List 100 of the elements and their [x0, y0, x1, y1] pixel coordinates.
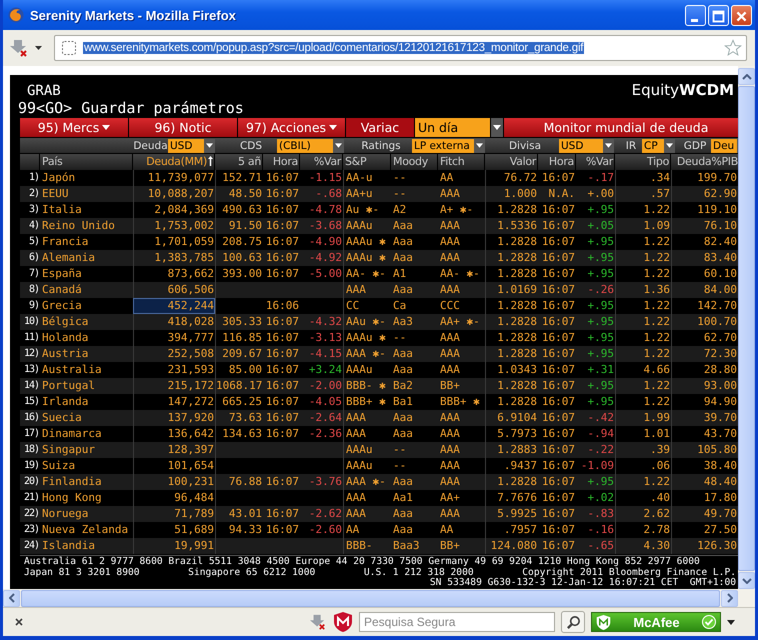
table-cell[interactable]: Suiza: [40, 458, 133, 474]
table-cell[interactable]: Dinamarca: [40, 426, 133, 442]
filter-label: Deuda: [133, 140, 168, 152]
table-cell[interactable]: Singapur: [40, 442, 133, 458]
column-header[interactable]: Valor: [485, 154, 538, 170]
table-cell-text: 16:07: [540, 250, 576, 266]
table-cell-text: AA: [439, 522, 454, 538]
filter-field[interactable]: USD: [168, 138, 204, 152]
table-cell[interactable]: Grecia: [40, 298, 133, 314]
table-cell[interactable]: Japón: [40, 170, 133, 186]
column-header[interactable]: Hora: [538, 154, 576, 170]
close-button[interactable]: [731, 4, 752, 26]
search-field[interactable]: Pesquisa Segura: [359, 612, 555, 632]
filter-field[interactable]: Deu: [711, 138, 737, 152]
column-header[interactable]: Deuda%PIB: [671, 154, 738, 170]
table-cell[interactable]: Holanda: [40, 330, 133, 346]
menu-button[interactable]: 97) Acciones: [238, 118, 345, 137]
table-cell-text: +.00: [586, 186, 615, 202]
table-cell[interactable]: Alemania: [40, 250, 133, 266]
maximize-button[interactable]: [708, 4, 729, 26]
download-icon[interactable]: [309, 614, 327, 630]
table-cell[interactable]: Bélgica: [40, 314, 133, 330]
star-icon[interactable]: [724, 39, 742, 57]
filter-field[interactable]: LP externa: [412, 138, 474, 152]
caret-icon[interactable]: [727, 620, 735, 624]
table-cell-text: Aaa: [392, 362, 414, 378]
filter-field[interactable]: CP: [642, 138, 664, 152]
scroll-left-button[interactable]: [3, 590, 20, 606]
menu-button[interactable]: 95) Mercs: [20, 118, 128, 137]
filter-field[interactable]: (CBIL): [277, 138, 333, 152]
table-cell-text: -4.05: [308, 394, 343, 410]
table-cell: 19,991: [133, 538, 215, 554]
table-cell: 452,244: [133, 298, 215, 314]
table-cell-text: AA+ ✱-: [439, 314, 481, 330]
table-cell[interactable]: Noruega: [40, 506, 133, 522]
column-header[interactable]: Tipo: [615, 154, 671, 170]
table-cell[interactable]: Australia: [40, 362, 133, 378]
table-cell[interactable]: Portugal: [40, 378, 133, 394]
table-cell-text: AA: [439, 170, 454, 186]
column-header[interactable]: Moody: [391, 154, 438, 170]
column-header[interactable]: Fitch: [438, 154, 485, 170]
table-cell-text: 16:07: [264, 522, 300, 538]
scroll-right-button[interactable]: [721, 590, 738, 606]
table-cell-text: -.42: [586, 410, 615, 426]
footer-text: Copyright 2011 Bloomberg Finance L.P.: [522, 568, 736, 578]
table-cell[interactable]: Irlanda: [40, 394, 133, 410]
table-cell-text: Aaa: [392, 250, 414, 266]
filter-field[interactable]: USD: [559, 138, 603, 152]
period-field[interactable]: Un día: [415, 118, 490, 137]
caret-icon: [206, 143, 213, 148]
minimize-button[interactable]: [685, 4, 706, 26]
column-header[interactable]: S&P: [343, 154, 391, 170]
arrow-left-icon: [8, 593, 14, 603]
caret-icon[interactable]: [35, 46, 42, 50]
table-cell-text: 16:07: [540, 426, 576, 442]
column-header[interactable]: %Var: [576, 154, 615, 170]
shield-icon[interactable]: [333, 611, 353, 633]
close-icon[interactable]: [15, 618, 23, 626]
scroll-down-button[interactable]: [738, 572, 755, 589]
table-cell[interactable]: Islandia: [40, 538, 133, 554]
table-cell[interactable]: Austria: [40, 346, 133, 362]
arrow-down-icon: [742, 578, 752, 584]
table-cell-text: +.95: [586, 346, 615, 362]
table-cell[interactable]: Francia: [40, 234, 133, 250]
table-cell-text: 16:07: [540, 378, 576, 394]
caret-icon: [102, 125, 110, 130]
table-cell[interactable]: EEUU: [40, 186, 133, 202]
table-cell[interactable]: Hong Kong: [40, 490, 133, 506]
table-cell[interactable]: España: [40, 266, 133, 282]
table-cell-text: AAA: [439, 330, 461, 346]
table-cell[interactable]: Canadá: [40, 282, 133, 298]
table-cell-text: -4.90: [308, 234, 343, 250]
row-number: 23): [22, 523, 40, 537]
table-cell[interactable]: Italia: [40, 202, 133, 218]
table-cell-text: Aaa: [392, 410, 414, 426]
table-cell[interactable]: Suecia: [40, 410, 133, 426]
table-cell[interactable]: Finlandia: [40, 474, 133, 490]
table-cell-text: Aa3: [392, 314, 414, 330]
browser-logo-icon: [8, 7, 24, 23]
row-number: 1): [28, 171, 40, 185]
sort-arrow-icon: [208, 156, 213, 166]
search-button[interactable]: [561, 611, 585, 633]
table-cell[interactable]: Reino Unido: [40, 218, 133, 234]
scroll-up-button[interactable]: [738, 68, 755, 85]
download-icon[interactable]: [9, 39, 29, 57]
column-header[interactable]: %Var: [300, 154, 343, 170]
table-cell-text: 16:07: [264, 234, 300, 250]
toolbar-label: Variac: [346, 118, 414, 137]
table-cell-text: Aaa: [392, 234, 414, 250]
function-code: WCDM: [679, 81, 734, 99]
column-header[interactable]: Deuda(MM): [133, 154, 215, 170]
address-field[interactable]: www.serenitymarkets.com/popup.asp?src=/upload/comentarios/12120121617123_monitor_grande.gif: [54, 35, 747, 61]
column-header[interactable]: Hora: [263, 154, 300, 170]
brand-label: Equity: [632, 81, 680, 99]
column-header[interactable]: País: [40, 154, 133, 170]
toolbar-button[interactable]: 96) Notic: [129, 118, 237, 137]
column-header[interactable]: 5 añ: [215, 154, 263, 170]
row-number: 5): [28, 235, 40, 249]
table-cell[interactable]: Nueva Zelanda: [40, 522, 133, 538]
table-cell-text: Aaa: [392, 218, 414, 234]
